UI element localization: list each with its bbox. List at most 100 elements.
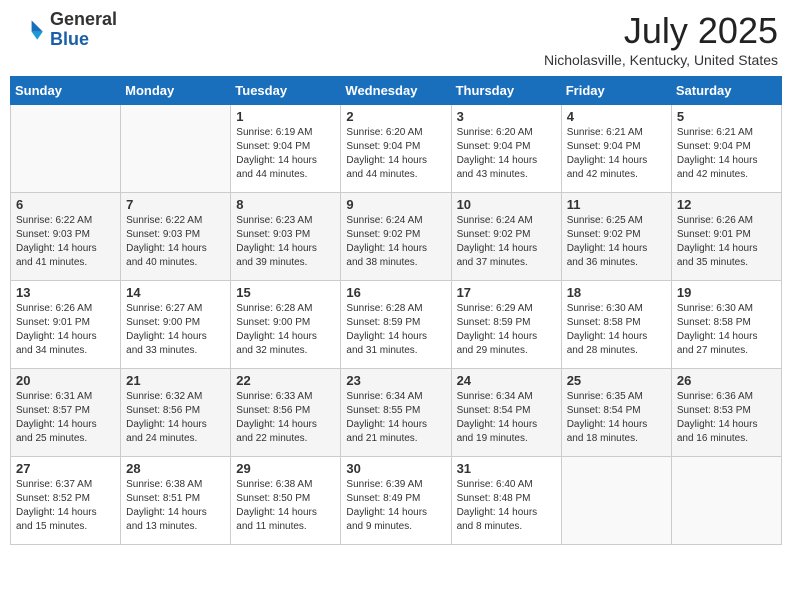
day-number: 12 xyxy=(677,197,776,212)
weekday-header: Sunday xyxy=(11,77,121,105)
day-info: Sunrise: 6:26 AM Sunset: 9:01 PM Dayligh… xyxy=(677,214,776,270)
day-info: Sunrise: 6:26 AM Sunset: 9:01 PM Dayligh… xyxy=(16,302,115,358)
day-number: 2 xyxy=(346,109,445,124)
day-info: Sunrise: 6:21 AM Sunset: 9:04 PM Dayligh… xyxy=(677,126,776,182)
logo-icon xyxy=(14,14,46,46)
day-number: 17 xyxy=(457,285,556,300)
calendar-day-cell: 7 Sunrise: 6:22 AM Sunset: 9:03 PM Daylig… xyxy=(121,193,231,281)
weekday-header-row: SundayMondayTuesdayWednesdayThursdayFrid… xyxy=(11,77,782,105)
calendar-week-row: 1 Sunrise: 6:19 AM Sunset: 9:04 PM Daylig… xyxy=(11,105,782,193)
day-info: Sunrise: 6:38 AM Sunset: 8:50 PM Dayligh… xyxy=(236,478,335,534)
title-block: July 2025 Nicholasville, Kentucky, Unite… xyxy=(544,10,778,68)
day-info: Sunrise: 6:31 AM Sunset: 8:57 PM Dayligh… xyxy=(16,390,115,446)
calendar-day-cell: 31Sunrise: 6:40 AM Sunset: 8:48 PM Dayli… xyxy=(451,457,561,545)
calendar-day-cell: 2 Sunrise: 6:20 AM Sunset: 9:04 PM Daylig… xyxy=(341,105,451,193)
day-number: 28 xyxy=(126,461,225,476)
day-info: Sunrise: 6:36 AM Sunset: 8:53 PM Dayligh… xyxy=(677,390,776,446)
calendar-week-row: 6Sunrise: 6:22 AM Sunset: 9:03 PM Daylig… xyxy=(11,193,782,281)
day-info: Sunrise: 6:24 AM Sunset: 9:02 PM Dayligh… xyxy=(346,214,445,270)
calendar-day-cell: 16 Sunrise: 6:28 AM Sunset: 8:59 PM Dayli… xyxy=(341,281,451,369)
day-info: Sunrise: 6:34 AM Sunset: 8:54 PM Dayligh… xyxy=(457,390,556,446)
calendar-day-cell: 27 Sunrise: 6:37 AM Sunset: 8:52 PM Dayli… xyxy=(11,457,121,545)
weekday-header: Wednesday xyxy=(341,77,451,105)
weekday-header: Monday xyxy=(121,77,231,105)
day-info: Sunrise: 6:20 AM Sunset: 9:04 PM Dayligh… xyxy=(346,126,445,182)
day-info: Sunrise: 6:22 AM Sunset: 9:03 PM Dayligh… xyxy=(16,214,115,270)
calendar-day-cell: 12 Sunrise: 6:26 AM Sunset: 9:01 PM Dayli… xyxy=(671,193,781,281)
calendar-day-cell: 13 Sunrise: 6:26 AM Sunset: 9:01 PM Dayli… xyxy=(11,281,121,369)
day-info: Sunrise: 6:37 AM Sunset: 8:52 PM Dayligh… xyxy=(16,478,115,534)
calendar-day-cell: 25Sunrise: 6:35 AM Sunset: 8:54 PM Dayli… xyxy=(561,369,671,457)
calendar-week-row: 27 Sunrise: 6:37 AM Sunset: 8:52 PM Dayli… xyxy=(11,457,782,545)
calendar-day-cell: 23 Sunrise: 6:34 AM Sunset: 8:55 PM Dayli… xyxy=(341,369,451,457)
weekday-header: Thursday xyxy=(451,77,561,105)
day-info: Sunrise: 6:34 AM Sunset: 8:55 PM Dayligh… xyxy=(346,390,445,446)
day-info: Sunrise: 6:19 AM Sunset: 9:04 PM Dayligh… xyxy=(236,126,335,182)
day-number: 1 xyxy=(236,109,335,124)
day-number: 23 xyxy=(346,373,445,388)
day-number: 14 xyxy=(126,285,225,300)
calendar-day-cell xyxy=(11,105,121,193)
calendar-day-cell: 22 Sunrise: 6:33 AM Sunset: 8:56 PM Dayli… xyxy=(231,369,341,457)
calendar-day-cell: 1 Sunrise: 6:19 AM Sunset: 9:04 PM Daylig… xyxy=(231,105,341,193)
calendar-day-cell: 8Sunrise: 6:23 AM Sunset: 9:03 PM Daylig… xyxy=(231,193,341,281)
day-number: 13 xyxy=(16,285,115,300)
calendar-day-cell: 18Sunrise: 6:30 AM Sunset: 8:58 PM Dayli… xyxy=(561,281,671,369)
day-info: Sunrise: 6:30 AM Sunset: 8:58 PM Dayligh… xyxy=(677,302,776,358)
calendar-day-cell: 20 Sunrise: 6:31 AM Sunset: 8:57 PM Dayli… xyxy=(11,369,121,457)
day-number: 20 xyxy=(16,373,115,388)
day-info: Sunrise: 6:23 AM Sunset: 9:03 PM Dayligh… xyxy=(236,214,335,270)
day-info: Sunrise: 6:33 AM Sunset: 8:56 PM Dayligh… xyxy=(236,390,335,446)
weekday-header: Friday xyxy=(561,77,671,105)
calendar-day-cell: 26 Sunrise: 6:36 AM Sunset: 8:53 PM Dayli… xyxy=(671,369,781,457)
day-number: 16 xyxy=(346,285,445,300)
day-number: 22 xyxy=(236,373,335,388)
calendar-day-cell: 14 Sunrise: 6:27 AM Sunset: 9:00 PM Dayli… xyxy=(121,281,231,369)
weekday-header: Saturday xyxy=(671,77,781,105)
day-info: Sunrise: 6:21 AM Sunset: 9:04 PM Dayligh… xyxy=(567,126,666,182)
day-number: 11 xyxy=(567,197,666,212)
calendar-day-cell xyxy=(561,457,671,545)
calendar-day-cell: 30Sunrise: 6:39 AM Sunset: 8:49 PM Dayli… xyxy=(341,457,451,545)
day-info: Sunrise: 6:25 AM Sunset: 9:02 PM Dayligh… xyxy=(567,214,666,270)
day-number: 15 xyxy=(236,285,335,300)
day-number: 9 xyxy=(346,197,445,212)
calendar-day-cell xyxy=(121,105,231,193)
day-info: Sunrise: 6:32 AM Sunset: 8:56 PM Dayligh… xyxy=(126,390,225,446)
calendar-day-cell: 4 Sunrise: 6:21 AM Sunset: 9:04 PM Daylig… xyxy=(561,105,671,193)
day-info: Sunrise: 6:28 AM Sunset: 8:59 PM Dayligh… xyxy=(346,302,445,358)
logo: General Blue xyxy=(14,10,117,50)
calendar-day-cell: 19Sunrise: 6:30 AM Sunset: 8:58 PM Dayli… xyxy=(671,281,781,369)
day-number: 27 xyxy=(16,461,115,476)
calendar-day-cell: 15 Sunrise: 6:28 AM Sunset: 9:00 PM Dayli… xyxy=(231,281,341,369)
day-number: 3 xyxy=(457,109,556,124)
day-info: Sunrise: 6:35 AM Sunset: 8:54 PM Dayligh… xyxy=(567,390,666,446)
calendar-day-cell: 29 Sunrise: 6:38 AM Sunset: 8:50 PM Dayli… xyxy=(231,457,341,545)
day-number: 21 xyxy=(126,373,225,388)
day-info: Sunrise: 6:28 AM Sunset: 9:00 PM Dayligh… xyxy=(236,302,335,358)
calendar-day-cell: 24 Sunrise: 6:34 AM Sunset: 8:54 PM Dayli… xyxy=(451,369,561,457)
day-info: Sunrise: 6:22 AM Sunset: 9:03 PM Dayligh… xyxy=(126,214,225,270)
calendar-week-row: 13 Sunrise: 6:26 AM Sunset: 9:01 PM Dayli… xyxy=(11,281,782,369)
day-info: Sunrise: 6:20 AM Sunset: 9:04 PM Dayligh… xyxy=(457,126,556,182)
calendar-day-cell: 10Sunrise: 6:24 AM Sunset: 9:02 PM Dayli… xyxy=(451,193,561,281)
location: Nicholasville, Kentucky, United States xyxy=(544,52,778,68)
day-number: 29 xyxy=(236,461,335,476)
calendar-day-cell: 11 Sunrise: 6:25 AM Sunset: 9:02 PM Dayli… xyxy=(561,193,671,281)
day-info: Sunrise: 6:29 AM Sunset: 8:59 PM Dayligh… xyxy=(457,302,556,358)
day-number: 7 xyxy=(126,197,225,212)
logo-text: General Blue xyxy=(50,10,117,50)
day-number: 26 xyxy=(677,373,776,388)
day-info: Sunrise: 6:27 AM Sunset: 9:00 PM Dayligh… xyxy=(126,302,225,358)
month-title: July 2025 xyxy=(544,10,778,52)
calendar-day-cell: 17 Sunrise: 6:29 AM Sunset: 8:59 PM Dayli… xyxy=(451,281,561,369)
calendar-day-cell: 5Sunrise: 6:21 AM Sunset: 9:04 PM Daylig… xyxy=(671,105,781,193)
calendar-day-cell xyxy=(671,457,781,545)
day-info: Sunrise: 6:40 AM Sunset: 8:48 PM Dayligh… xyxy=(457,478,556,534)
day-info: Sunrise: 6:38 AM Sunset: 8:51 PM Dayligh… xyxy=(126,478,225,534)
day-number: 4 xyxy=(567,109,666,124)
day-info: Sunrise: 6:39 AM Sunset: 8:49 PM Dayligh… xyxy=(346,478,445,534)
calendar-day-cell: 21 Sunrise: 6:32 AM Sunset: 8:56 PM Dayli… xyxy=(121,369,231,457)
day-number: 24 xyxy=(457,373,556,388)
calendar-day-cell: 28 Sunrise: 6:38 AM Sunset: 8:51 PM Dayli… xyxy=(121,457,231,545)
